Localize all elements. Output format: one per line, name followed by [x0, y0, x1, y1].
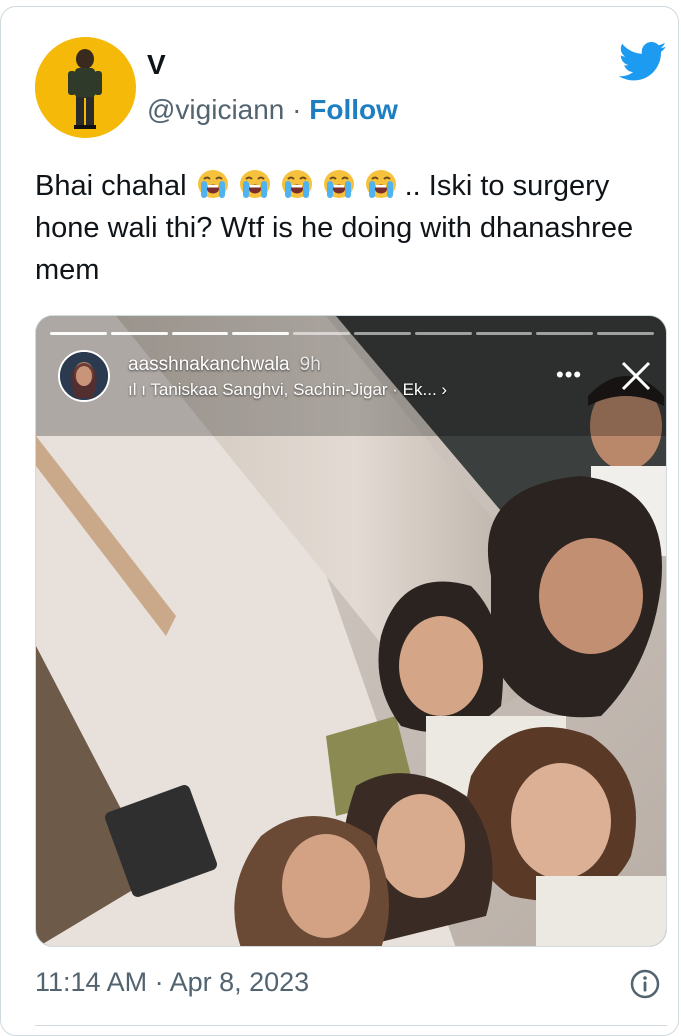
close-icon	[621, 361, 651, 391]
loudly-crying-face-icon	[365, 170, 396, 198]
story-username: aasshnakanchwala	[128, 354, 290, 375]
handle-separator: ·	[292, 94, 302, 125]
story-user-avatar	[58, 350, 110, 402]
tweet-card: V @vigiciann · Follow Bhai chahal .. Isk…	[0, 6, 679, 1036]
author-handle[interactable]: @vigiciann	[147, 94, 284, 125]
info-icon[interactable]	[629, 968, 661, 1000]
loudly-crying-face-icon	[197, 170, 228, 198]
author-display-name[interactable]: V	[147, 49, 166, 81]
photo-scene	[36, 316, 666, 946]
more-dots-icon: •••	[556, 362, 583, 387]
loudly-crying-face-icon	[323, 170, 354, 198]
footer-divider	[35, 1025, 667, 1026]
tweet-timestamp[interactable]: 11:14 AM · Apr 8, 2023	[35, 967, 309, 998]
author-avatar[interactable]	[35, 37, 136, 138]
story-music-line: ıl ı Taniskaa Sanghvi, Sachin-Jigar · Ek…	[128, 380, 447, 400]
emoji-group	[195, 170, 405, 202]
tweet-text: Bhai chahal .. Iski to surgery hone wali…	[35, 165, 675, 291]
twitter-bird-icon[interactable]	[619, 41, 667, 83]
story-user-line: aasshnakanchwala 9h	[128, 354, 321, 376]
author-handle-row: @vigiciann · Follow	[147, 93, 398, 127]
tweet-text-start: Bhai chahal	[35, 170, 187, 202]
story-progress-bars	[50, 332, 654, 335]
follow-button[interactable]: Follow	[309, 94, 398, 125]
loudly-crying-face-icon	[281, 170, 312, 198]
tweet-media-image[interactable]: aasshnakanchwala 9h ıl ı Taniskaa Sanghvi…	[35, 315, 667, 947]
story-time: 9h	[299, 354, 321, 375]
audio-bars-icon: ıl ı	[128, 380, 146, 399]
loudly-crying-face-icon	[239, 170, 270, 198]
story-music-text: Taniskaa Sanghvi, Sachin-Jigar · Ek... ›	[150, 380, 448, 399]
